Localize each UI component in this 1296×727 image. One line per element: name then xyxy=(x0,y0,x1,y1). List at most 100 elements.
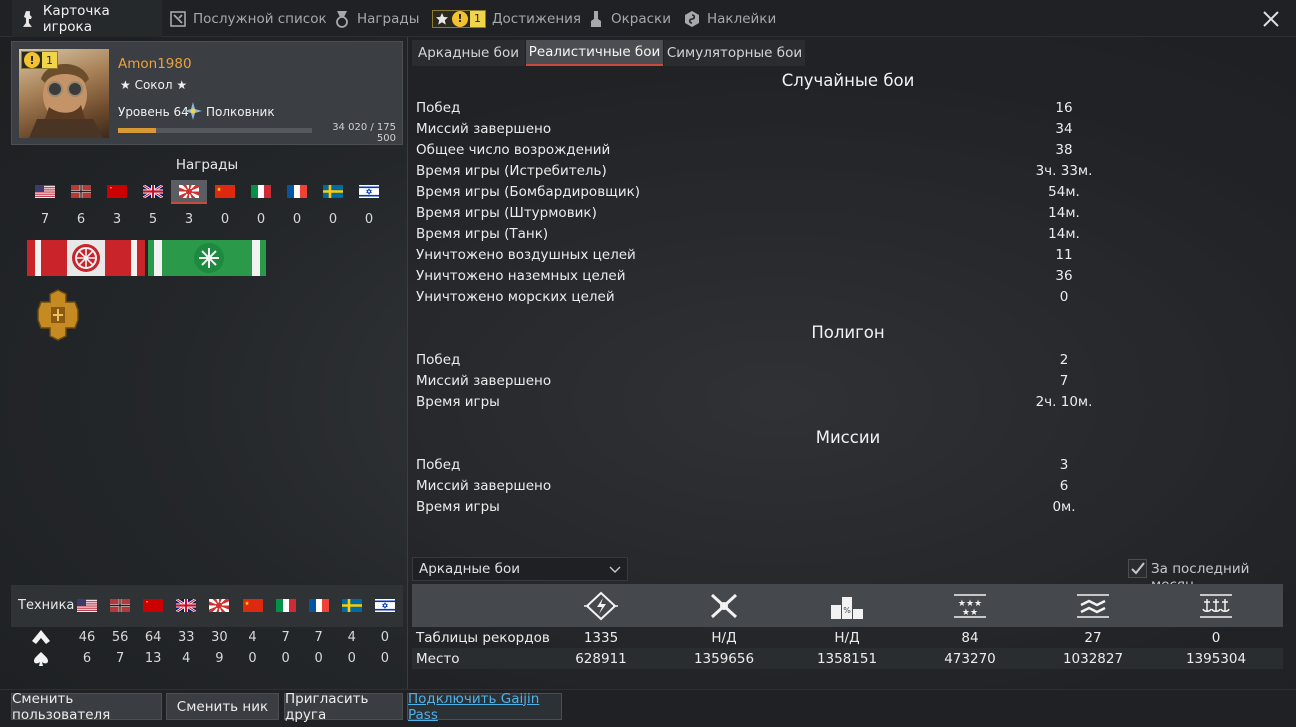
alert-icon: ! xyxy=(452,10,468,27)
award-count: 0 xyxy=(292,212,302,227)
stat-label: Уничтожено воздушных целей xyxy=(416,247,636,263)
flag-ussr-icon[interactable] xyxy=(143,599,164,612)
stat-value: 2ч. 10м. xyxy=(1035,394,1093,410)
close-icon[interactable] xyxy=(1258,6,1284,32)
flag-china-icon[interactable] xyxy=(215,185,235,198)
leaderboard-value: Н/Д xyxy=(834,630,860,646)
stat-label: Побед xyxy=(416,352,461,368)
tab-achievements[interactable]: ! 1 Достижения xyxy=(432,0,581,37)
tab-skins[interactable]: Окраски xyxy=(588,0,671,37)
flag-britain-icon[interactable] xyxy=(175,597,198,614)
tab-service-record[interactable]: Послужной список xyxy=(170,0,327,37)
flag-germany-icon[interactable] xyxy=(71,185,91,198)
invite-friend-button[interactable]: Пригласить друга xyxy=(284,691,403,723)
ground-vehicle-count: 4 xyxy=(182,651,191,666)
rank-icon xyxy=(184,102,202,120)
air-vehicle-count: 64 xyxy=(144,630,162,645)
flag-britain-icon[interactable] xyxy=(142,183,164,200)
award-count: 7 xyxy=(40,212,50,227)
achievements-icon xyxy=(436,12,448,25)
stat-label: Миссий завершено xyxy=(416,121,552,137)
stat-value: 36 xyxy=(1055,268,1073,284)
stat-label: Время игры (Бомбардировщик) xyxy=(416,184,641,200)
tab-label: Награды xyxy=(357,10,420,27)
tab-decals[interactable]: Наклейки xyxy=(684,0,776,37)
medal-icon xyxy=(336,10,348,28)
change-nick-button[interactable]: Сменить ник xyxy=(166,693,279,720)
tab-player-card[interactable]: Карточка игрока xyxy=(12,0,162,37)
stat-value: 34 xyxy=(1055,121,1073,137)
stat-value: 7 xyxy=(1059,373,1069,389)
tab-awards[interactable]: Награды xyxy=(334,0,419,37)
avatar[interactable]: ! 1 xyxy=(19,49,109,138)
last-month-checkbox[interactable] xyxy=(1128,559,1147,578)
tab-label: Наклейки xyxy=(707,10,777,27)
tab-label: Аркадные бои xyxy=(417,45,519,61)
stat-label: Миссий завершено xyxy=(416,373,552,389)
flag-usa-icon[interactable] xyxy=(35,185,55,198)
switch-user-button[interactable]: Сменить пользователя xyxy=(11,691,162,723)
award-emblem[interactable] xyxy=(37,289,79,341)
xp-text: 34 020 / 175 500 xyxy=(332,122,396,144)
stat-label: Время игры xyxy=(416,394,500,410)
flag-usa-icon[interactable] xyxy=(77,599,97,612)
kills-icon xyxy=(710,593,738,619)
leaderboard-row-label: Таблицы рекордов xyxy=(416,630,550,646)
username: Amon1980 xyxy=(118,56,192,72)
stat-label: Время игры (Штурмовик) xyxy=(416,205,597,221)
section-title: Миссии xyxy=(815,428,881,447)
tab-label: Реалистичные бои xyxy=(528,44,661,60)
flag-sweden-icon[interactable] xyxy=(323,185,343,198)
flag-japan-icon[interactable] xyxy=(175,177,203,206)
leaderboard-value: 1335 xyxy=(583,630,619,646)
achievements-count: 1 xyxy=(470,10,485,27)
flag-ussr-icon[interactable] xyxy=(107,185,127,198)
aircraft-icon xyxy=(32,630,50,644)
flag-italy-icon[interactable] xyxy=(275,599,296,612)
tab-simulator[interactable]: Симуляторные бои xyxy=(664,40,805,66)
award-count: 3 xyxy=(112,212,122,227)
stat-value: 14м. xyxy=(1048,205,1080,221)
svg-text:%: % xyxy=(843,606,851,615)
air-vehicle-count: 7 xyxy=(314,630,323,645)
award-ribbon-green[interactable] xyxy=(148,240,266,276)
flag-france-icon[interactable] xyxy=(308,599,329,612)
flag-france-icon[interactable] xyxy=(287,185,307,198)
flag-italy-icon[interactable] xyxy=(251,185,271,198)
ground-vehicle-count: 0 xyxy=(380,651,390,666)
svg-text:★★: ★★ xyxy=(962,608,978,618)
air-vehicle-count: 7 xyxy=(281,630,290,645)
flag-germany-icon[interactable] xyxy=(110,599,131,612)
chevron-down-icon xyxy=(609,566,621,573)
tab-label: Симуляторные бои xyxy=(666,45,803,61)
stat-label: Уничтожено морских целей xyxy=(416,289,615,305)
flag-japan-icon[interactable] xyxy=(205,591,234,620)
leaderboard-value: 1395304 xyxy=(1185,651,1247,667)
leaderboard-row-label: Место xyxy=(416,651,460,667)
tab-realistic[interactable]: Реалистичные бои xyxy=(526,40,663,66)
ground-vehicle-count: 6 xyxy=(82,651,92,666)
efficiency-icon xyxy=(584,591,618,621)
air-kills-icon: ★★★ ★★ xyxy=(954,594,986,618)
ground-vehicle-count: 13 xyxy=(144,651,162,666)
award-ribbon-red[interactable] xyxy=(27,240,145,276)
award-count: 0 xyxy=(256,212,266,227)
ground-kills-icon xyxy=(1077,594,1109,618)
ground-vehicle-count: 0 xyxy=(248,651,257,666)
tab-arcade[interactable]: Аркадные бои xyxy=(412,40,525,66)
flag-israel-icon[interactable] xyxy=(374,599,395,612)
stat-value: 14м. xyxy=(1048,226,1080,242)
tab-label: Достижения xyxy=(492,10,582,27)
air-vehicle-count: 33 xyxy=(178,630,195,645)
section-title: Случайные бои xyxy=(781,71,915,90)
flag-israel-icon[interactable] xyxy=(359,185,379,198)
award-count: 3 xyxy=(184,212,194,227)
flag-china-icon[interactable] xyxy=(242,599,263,612)
gaijin-pass-link[interactable]: Подключить Gaijin Pass xyxy=(407,691,562,723)
leaderboard-value: 1032827 xyxy=(1062,651,1124,667)
mode-select[interactable]: Аркадные бои xyxy=(412,557,628,581)
decal-icon xyxy=(685,10,699,27)
flag-sweden-icon[interactable] xyxy=(341,599,362,612)
stat-label: Время игры (Истребитель) xyxy=(416,163,607,179)
alert-icon: ! xyxy=(24,52,40,68)
